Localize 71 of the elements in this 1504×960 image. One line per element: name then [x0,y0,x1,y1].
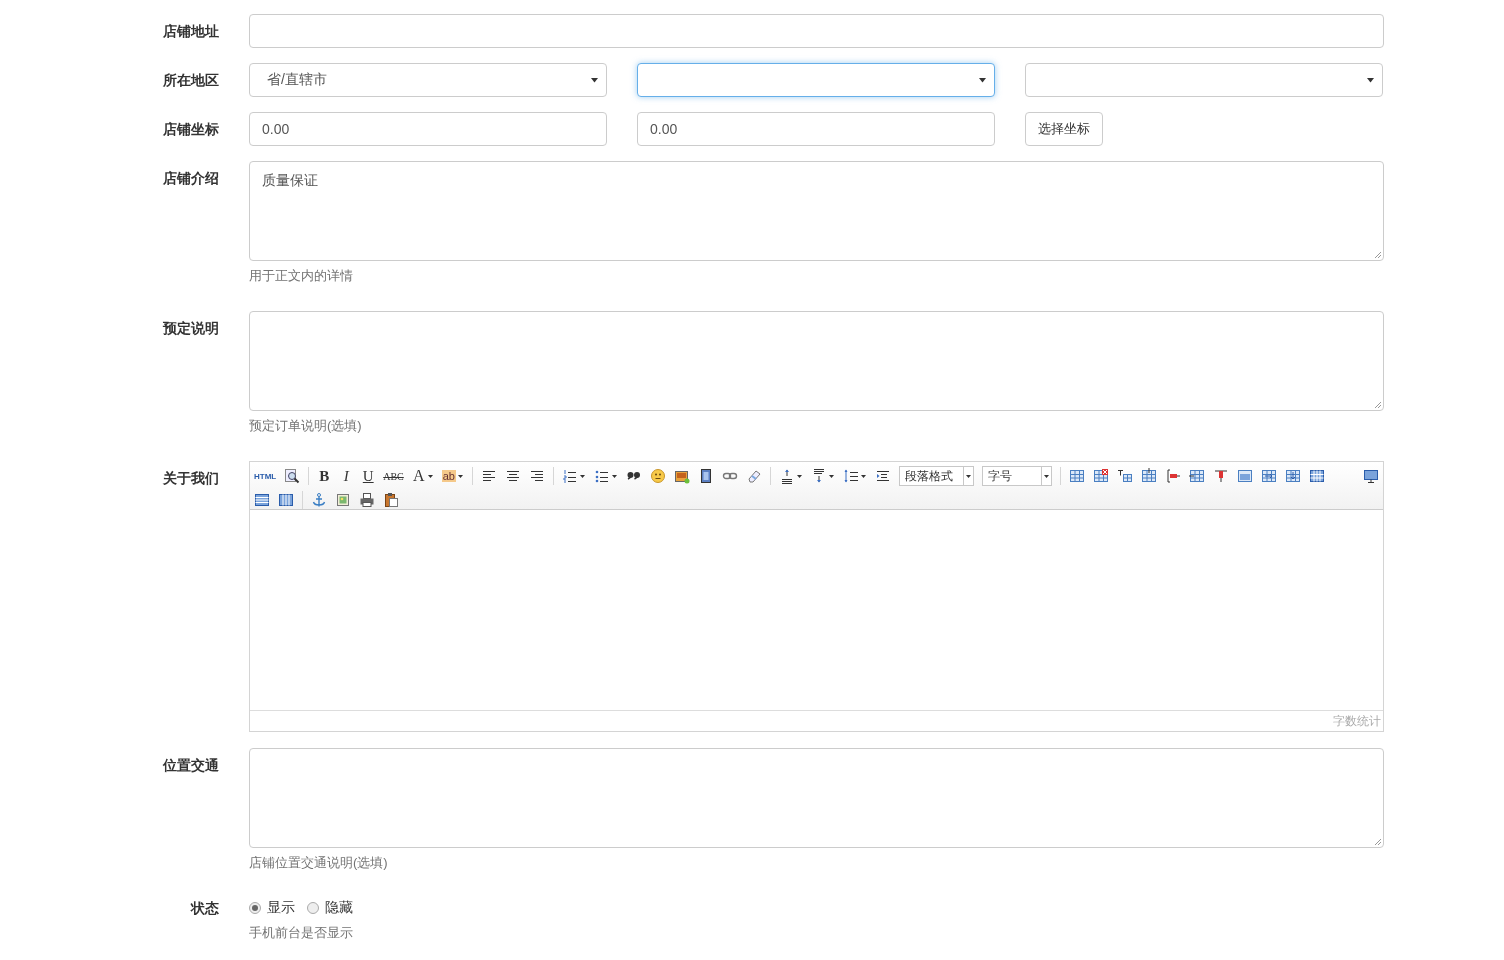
caret-icon [962,467,973,485]
dropdown-select[interactable]: 段落格式 [898,466,974,486]
help-text: 店铺位置交通说明(选填) [249,855,388,870]
line-height-icon[interactable] [842,468,859,484]
image-icon[interactable] [673,468,690,484]
help-text: 预定订单说明(选填) [249,418,362,433]
bold-button[interactable]: B [317,467,332,485]
font-color-button[interactable]: A [411,467,426,485]
insert-column-icon[interactable] [1188,468,1205,484]
delete-table-icon[interactable] [1092,468,1109,484]
smiley-icon[interactable] [649,468,666,484]
caret-icon [591,77,598,83]
word-count: 字数统计 [1333,714,1381,728]
radio-label[interactable]: 隐藏 [325,899,353,917]
radio-label[interactable]: 显示 [267,899,295,917]
caret-icon [979,77,986,83]
merge-down-icon[interactable] [1284,468,1301,484]
insert-row-icon[interactable] [1140,468,1157,484]
resize-grip-icon[interactable] [1374,838,1382,846]
delete-row-icon[interactable] [1164,468,1181,484]
clipboard-icon[interactable] [383,492,399,508]
split-columns-icon[interactable] [278,492,294,508]
field-label: 店铺介绍 [163,170,219,186]
align-left-icon[interactable] [480,468,497,484]
bullet-list-icon[interactable] [593,468,610,484]
field-label: 所在地区 [163,72,219,88]
eraser-icon[interactable] [745,468,762,484]
select-field[interactable]: 省/直辖市 [249,63,607,97]
highlight-button[interactable]: ab [441,470,456,482]
resize-grip-icon[interactable] [1374,401,1382,409]
indent-icon[interactable] [874,468,891,484]
resize-grip-icon[interactable] [1374,251,1382,259]
strikethrough-button[interactable]: ABC [383,470,404,482]
anchor-icon[interactable] [311,492,327,508]
dropdown-select[interactable]: 字号 [981,466,1052,486]
table-icon[interactable] [1068,468,1085,484]
field-label: 位置交通 [163,757,219,773]
pick-coordinates-button[interactable]: 选择坐标 [1025,112,1103,146]
table-caption-icon[interactable] [1116,468,1133,484]
italic-button[interactable]: I [339,467,354,485]
merge-right-icon[interactable] [1260,468,1277,484]
picture-icon[interactable] [335,492,351,508]
merge-cells-icon[interactable] [1236,468,1253,484]
radio-button[interactable] [307,902,319,914]
field-label: 店铺坐标 [163,121,219,137]
preview-icon[interactable] [284,468,301,484]
field-label: 状态 [191,900,219,916]
split-cells-icon[interactable] [1308,468,1325,484]
help-text: 用于正文内的详情 [249,268,353,283]
caret-icon [1367,77,1374,83]
text-field[interactable] [249,14,1384,48]
numbered-list-icon[interactable] [561,468,578,484]
underline-button[interactable]: U [361,467,376,485]
help-text: 手机前台是否显示 [249,925,353,940]
text-field[interactable]: 0.00 [249,112,607,146]
select-field[interactable] [1025,63,1383,97]
monitor-icon[interactable] [1363,468,1379,484]
printer-icon[interactable] [359,492,375,508]
split-rows-icon[interactable] [254,492,270,508]
field-label: 关于我们 [163,470,219,486]
html-button[interactable]: HTML [254,471,277,481]
caret-icon [1040,467,1051,485]
select-field[interactable] [637,63,995,97]
field-label: 店铺地址 [163,23,219,39]
align-right-icon[interactable] [528,468,545,484]
align-center-icon[interactable] [504,468,521,484]
delete-column-icon[interactable] [1212,468,1229,484]
text-field[interactable]: 0.00 [637,112,995,146]
text-area[interactable]: 质量保证 [249,161,1384,261]
radio-button[interactable] [249,902,261,914]
field-label: 预定说明 [163,320,219,336]
